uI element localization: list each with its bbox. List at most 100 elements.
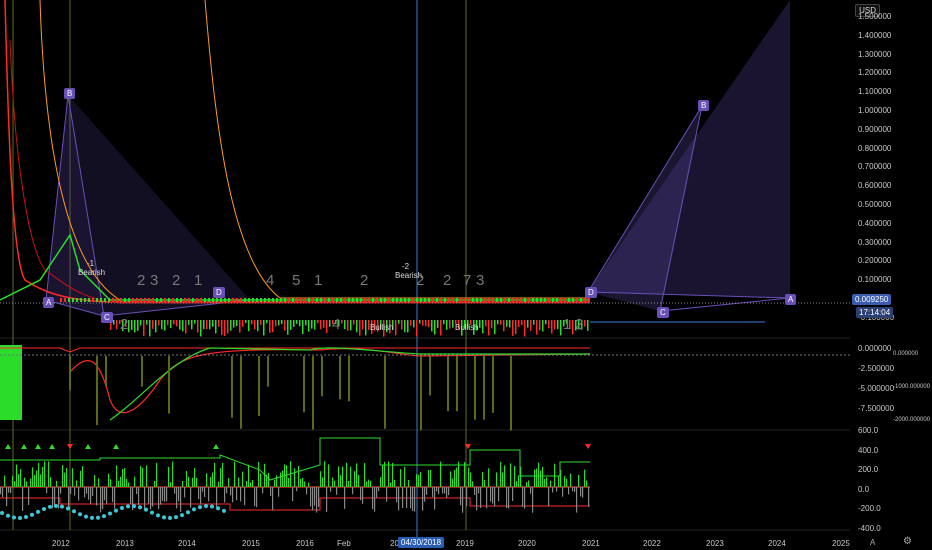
pane3-bar (312, 487, 314, 511)
pane3-bar (512, 487, 514, 502)
pane3-bar (378, 487, 380, 492)
histogram-bar (158, 320, 160, 326)
histogram-bar (404, 320, 406, 333)
pane3-bar (172, 461, 174, 487)
pane3-bar (70, 487, 72, 494)
pane3-bar (314, 487, 316, 506)
histogram-bar (536, 320, 538, 335)
candle (224, 298, 226, 302)
pane3-bar (572, 487, 574, 492)
histogram-bar (503, 320, 505, 332)
histogram-bar (191, 320, 193, 330)
candle (260, 298, 262, 302)
countdown-tag: 17:14:04 (856, 307, 894, 318)
pane3-bar (290, 461, 292, 487)
histogram-bar (293, 320, 295, 327)
candle (264, 298, 266, 302)
candle (432, 298, 434, 302)
pane3-bar (324, 461, 326, 487)
histogram-bar (113, 320, 115, 325)
pane3-bar (568, 487, 570, 495)
candle (172, 298, 174, 302)
histogram-bar (239, 320, 241, 333)
histogram-bar (398, 320, 400, 324)
pane3-bar (138, 487, 140, 506)
pane3-bar (554, 463, 556, 487)
bullish-1-label: Bullish (370, 323, 394, 332)
pane3-bar (222, 462, 224, 487)
pane3-bar (186, 471, 188, 487)
histogram-bar (194, 320, 196, 324)
pane3-bar (514, 465, 516, 487)
pane3-bar (182, 480, 184, 487)
pane2-bar (474, 356, 476, 420)
histogram-bar (395, 320, 397, 336)
candle (384, 298, 386, 302)
candle (136, 298, 138, 302)
histogram-bar (200, 320, 202, 337)
pane3-bar (260, 473, 262, 487)
pane3-bar (250, 482, 252, 487)
histogram-bar (218, 320, 220, 327)
pane3-bar (154, 480, 156, 487)
histogram-bar (233, 320, 235, 328)
histogram-bar (146, 320, 148, 325)
histogram-bar (197, 320, 199, 333)
histogram-bar (428, 320, 430, 328)
price-tick: 1.000000 (858, 106, 892, 115)
candle (296, 298, 298, 302)
pane3-bar (254, 487, 256, 507)
pane3-bar (16, 464, 18, 487)
pane3-dot (96, 515, 100, 520)
histogram-bar (275, 320, 277, 327)
pane3-bar (430, 470, 432, 487)
pane3-bar (448, 487, 450, 496)
pane3-bar (566, 478, 568, 487)
histogram-bar (161, 320, 163, 330)
pane3-bar (532, 487, 534, 513)
pane3-bar (204, 487, 206, 497)
candle (188, 298, 190, 302)
pane3-bar (550, 480, 552, 487)
price-tick: 1.300000 (858, 49, 892, 59)
candle (396, 298, 398, 302)
pane3-bar (546, 477, 548, 487)
pane3-dot (174, 515, 178, 520)
candle (484, 298, 486, 302)
time-label: 2012 (52, 539, 70, 548)
pane3-bar (220, 468, 222, 487)
pattern-point-d2: D (585, 287, 597, 298)
pane2-bar (312, 356, 314, 430)
bullish-2-label: Bullish (455, 323, 479, 332)
pane3-bar (528, 480, 530, 487)
pane3-bar (48, 461, 50, 487)
time-label: 2015 (242, 539, 260, 548)
pane3-bar (330, 487, 332, 492)
time-label: Feb (337, 539, 351, 548)
pane2-bars (69, 356, 512, 431)
pane3-bar (470, 472, 472, 487)
pane3-bar (340, 475, 342, 487)
candle (428, 298, 430, 302)
candle (560, 298, 562, 302)
bearish-1-number: -1 (87, 259, 95, 268)
candle (152, 298, 154, 302)
pane2-tick: -5.000000 (858, 384, 895, 393)
candle (88, 298, 90, 302)
pane3-bar (436, 487, 438, 492)
count-digit: 1 (194, 272, 203, 289)
pane3-bar (128, 482, 130, 487)
settings-gear-icon[interactable]: ⚙ (903, 536, 912, 547)
pane3-bar (108, 473, 110, 487)
price-tick: 1.500000 (858, 12, 892, 21)
pane3-dot (108, 511, 112, 516)
candle (468, 298, 470, 302)
pane3-dot (18, 515, 22, 520)
pane3-bar (346, 462, 348, 487)
candle (516, 298, 518, 302)
histogram-bar (425, 320, 427, 327)
candle (356, 298, 358, 302)
pane3-dot (132, 504, 136, 509)
pane3-bar (296, 487, 298, 492)
auto-scale-button[interactable]: A (870, 538, 875, 547)
